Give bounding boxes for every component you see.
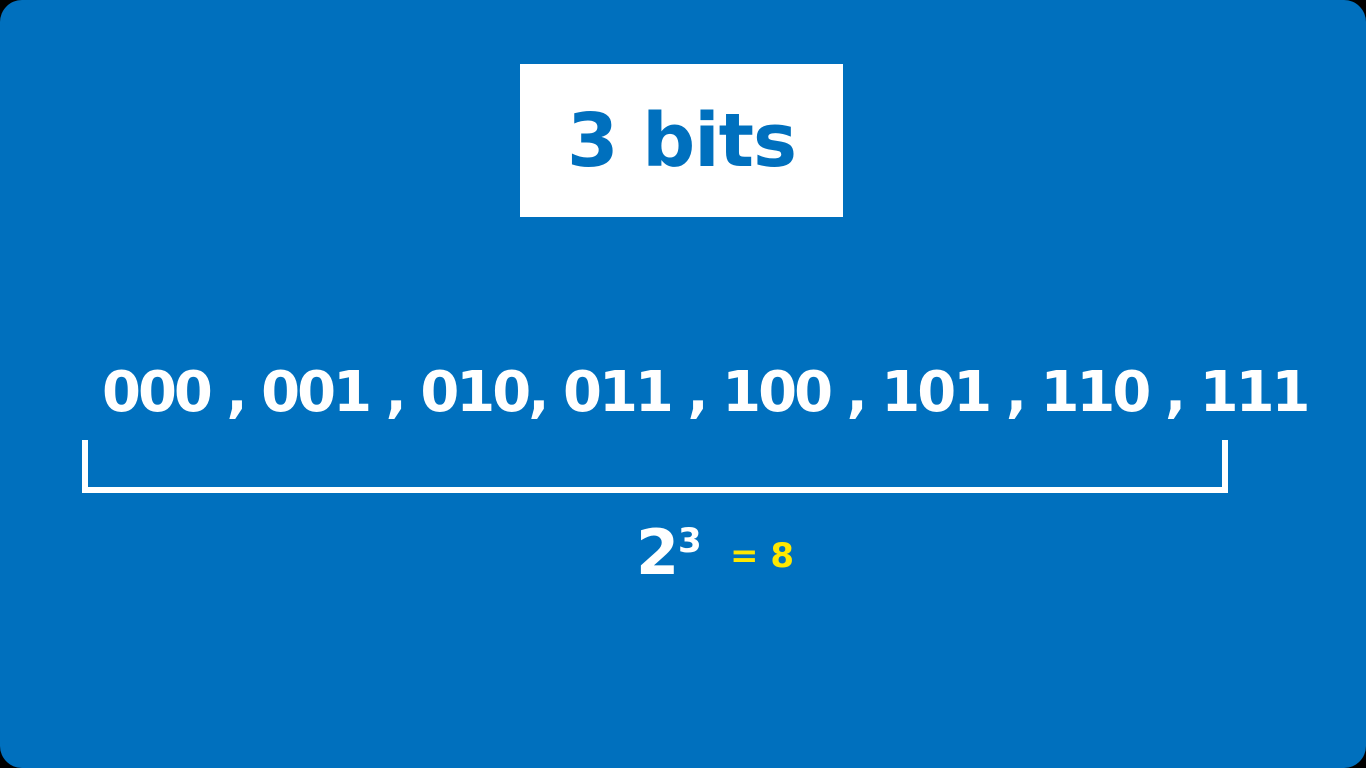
bit-combinations: 000 , 001 , 010, 011 , 100 , 101 , 110 ,… bbox=[102, 360, 1311, 425]
bracket bbox=[82, 440, 1228, 493]
formula-result: = 8 bbox=[730, 536, 794, 576]
slide: 3 bits 000 , 001 , 010, 011 , 100 , 101 … bbox=[0, 0, 1366, 768]
slide-title: 3 bits bbox=[566, 97, 797, 184]
title-box: 3 bits bbox=[520, 64, 843, 217]
formula-exponent: 3 bbox=[678, 521, 702, 561]
formula-base: 2 bbox=[636, 516, 680, 589]
